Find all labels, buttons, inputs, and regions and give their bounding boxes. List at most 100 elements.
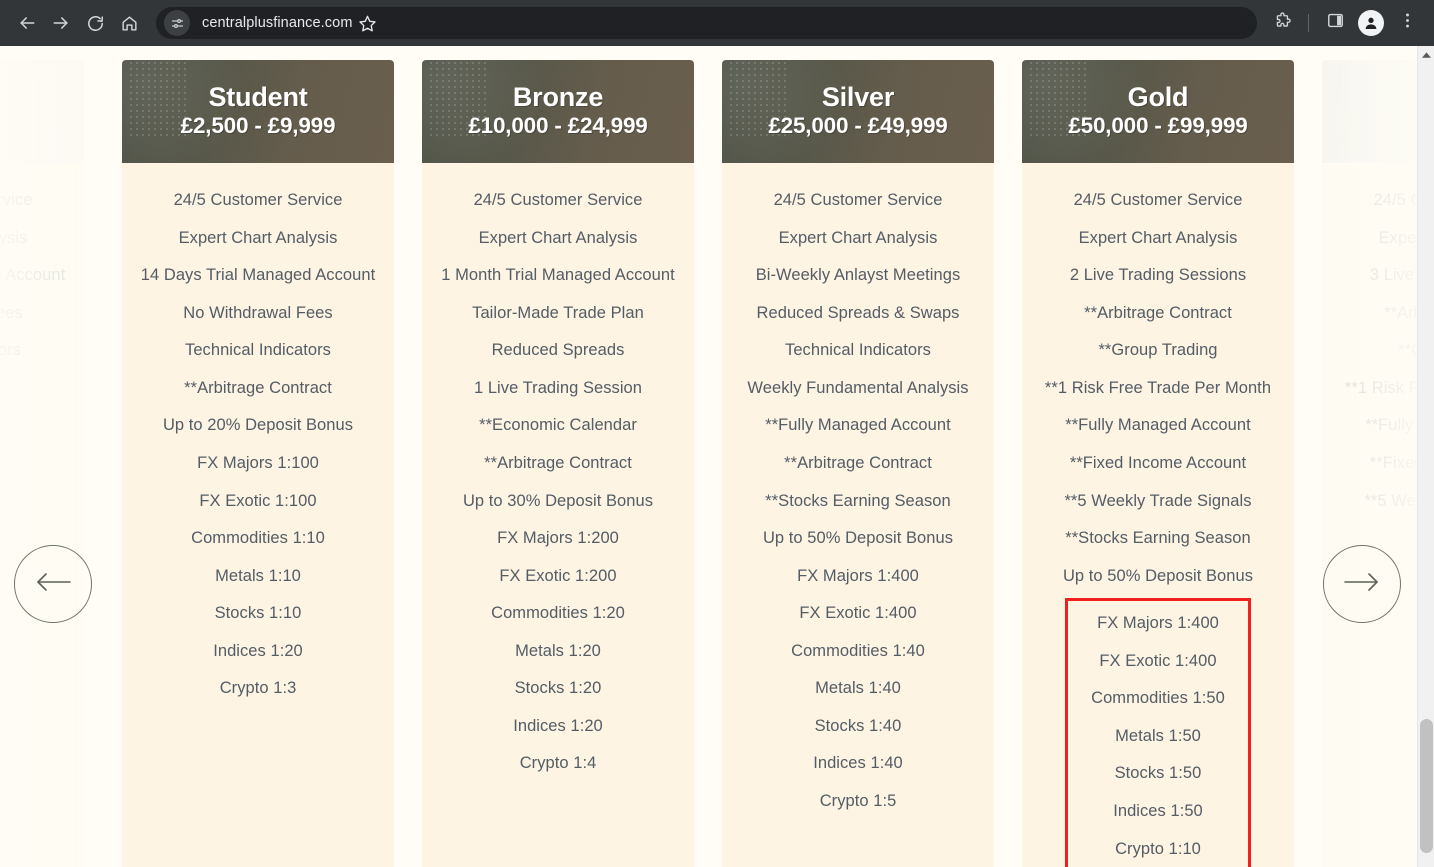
feature-item: 1 Live Trading Session: [473, 378, 643, 397]
feature-item: FX Majors 1:100: [197, 453, 319, 472]
feature-item: Technical Indicators: [185, 341, 331, 360]
feature-item: Expert Chart Analysis: [778, 228, 938, 247]
feature-item: Metals 1:50: [1115, 726, 1201, 745]
card-header: Gold £50,000 - £99,999: [1022, 60, 1294, 163]
feature-item: Bi-Weekly Anlayst Meetings: [755, 266, 961, 285]
card-title: Gold: [1127, 82, 1189, 113]
card-header: Silver £25,000 - £49,999: [722, 60, 994, 163]
feature-item: Up to 50% Deposit Bonus: [762, 529, 954, 548]
page-viewport: 24/5 Customer Service Expert Chart Analy…: [0, 46, 1434, 867]
scrollbar-thumb[interactable]: [1420, 719, 1433, 853]
feature-item: **Arbitrage Contract: [784, 453, 932, 472]
feature-item: Indices 1:20: [513, 716, 603, 735]
feature-item: 14 Days Trial Managed Account: [0, 266, 66, 285]
feature-item: Metals 1:40: [815, 679, 901, 698]
feature-item: 14 Days Trial Managed Account: [140, 266, 376, 285]
feature-item: Stocks 1:10: [214, 604, 302, 623]
pricing-card-student[interactable]: Student £2,500 - £9,999 24/5 Customer Se…: [122, 60, 394, 867]
site-settings-icon[interactable]: [164, 10, 190, 36]
feature-item: **Economic Calendar: [479, 416, 637, 435]
page-scrollbar[interactable]: [1417, 46, 1434, 867]
pricing-card-bronze[interactable]: Bronze £10,000 - £24,999 24/5 Customer S…: [422, 60, 694, 867]
feature-item: **Fully Managed Account: [1065, 416, 1251, 435]
feature-item: No Withdrawal Fees: [183, 303, 333, 322]
feature-item: Crypto 1:5: [819, 792, 897, 810]
feature-item: **Fully Managed Account: [765, 416, 951, 435]
feature-item: Commodities 1:10: [191, 529, 325, 548]
feature-item: 24/5 Customer Service: [1073, 191, 1243, 209]
back-button[interactable]: [10, 6, 44, 40]
feature-item: 24/5 Customer Service: [773, 191, 943, 209]
feature-item: 1 Month Trial Managed Account: [441, 266, 675, 285]
feature-item: Reduced Spreads & Swaps: [756, 303, 960, 322]
side-panel-button[interactable]: [1318, 6, 1352, 40]
feature-item: Reduced Spreads: [491, 341, 625, 360]
feature-item: Indices 1:40: [813, 754, 903, 773]
pricing-card-edge-left[interactable]: 24/5 Customer Service Expert Chart Analy…: [0, 60, 84, 867]
feature-item: FX Exotic 1:400: [799, 604, 917, 623]
card-feature-list: 24/5 Customer Service Expert Chart Analy…: [0, 163, 84, 380]
feature-item: Indices 1:20: [213, 641, 303, 660]
home-button[interactable]: [112, 6, 146, 40]
arrow-right-icon: [51, 13, 71, 33]
feature-item: FX Exotic 1:100: [199, 491, 317, 510]
feature-item: **5 Weekly Trade Signals: [1064, 491, 1252, 510]
browser-actions: [1261, 6, 1424, 40]
pricing-card-silver[interactable]: Silver £25,000 - £49,999 24/5 Customer S…: [722, 60, 994, 867]
feature-item: **Stocks Earning Season: [765, 491, 951, 510]
card-feature-list: 24/5 Customer Service Expert Chart Analy…: [122, 163, 394, 718]
pricing-plan-carousel: 24/5 Customer Service Expert Chart Analy…: [0, 46, 1434, 867]
feature-item: **Fixed Income Account: [1069, 453, 1247, 472]
feature-item: Technical Indicators: [785, 341, 931, 360]
chrome-menu-button[interactable]: [1390, 6, 1424, 40]
card-title: Bronze: [512, 82, 604, 113]
feature-item: FX Majors 1:400: [1097, 614, 1219, 633]
feature-item: Metals 1:10: [215, 566, 301, 585]
feature-item: Expert Chart Analysis: [1078, 228, 1238, 247]
forward-button[interactable]: [44, 6, 78, 40]
feature-item: FX Majors 1:200: [497, 529, 619, 548]
card-feature-list: 24/5 Customer Service Expert Chart Analy…: [722, 163, 994, 831]
card-title: Student: [208, 82, 308, 113]
feature-item: FX Exotic 1:400: [1099, 651, 1217, 670]
feature-item: Commodities 1:50: [1091, 689, 1225, 708]
feature-item: Indices 1:50: [1113, 802, 1203, 820]
side-panel-icon: [1326, 11, 1345, 35]
feature-item: Up to 50% Deposit Bonus: [1062, 566, 1254, 585]
feature-item: Commodities 1:20: [491, 604, 625, 623]
feature-item: Weekly Fundamental Analysis: [747, 378, 969, 397]
pricing-card-gold[interactable]: Gold £50,000 - £99,999 24/5 Customer Ser…: [1022, 60, 1294, 867]
arrow-left-icon: [17, 13, 37, 33]
card-feature-list: 24/5 Customer Service Expert Chart Analy…: [1022, 163, 1294, 867]
card-title: Silver: [821, 82, 895, 113]
address-bar[interactable]: centralplusfinance.com: [156, 7, 1257, 39]
scroll-up-arrow-icon[interactable]: [1418, 48, 1434, 62]
toolbar-divider: [1308, 14, 1309, 32]
carousel-prev-button[interactable]: [14, 545, 92, 623]
card-price-range: £10,000 - £24,999: [468, 113, 648, 139]
address-bar-url[interactable]: centralplusfinance.com: [202, 15, 353, 31]
card-price-range: £2,500 - £9,999: [180, 113, 336, 139]
feature-item: **Stocks Earning Season: [1065, 529, 1251, 548]
person-avatar-icon: [1358, 10, 1384, 36]
feature-item: Crypto 1:10: [1115, 839, 1201, 858]
card-price-range: £50,000 - £99,999: [1068, 113, 1248, 139]
card-feature-list: 24/5 Customer Service Expert Chart Analy…: [422, 163, 694, 793]
three-dot-menu-icon: [1398, 11, 1417, 35]
profile-button[interactable]: [1354, 6, 1388, 40]
carousel-next-button[interactable]: [1323, 545, 1401, 623]
extensions-button[interactable]: [1265, 6, 1299, 40]
card-header: Student £2,500 - £9,999: [122, 60, 394, 163]
feature-item: FX Majors 1:400: [797, 566, 919, 585]
bookmark-star-icon[interactable]: [353, 8, 383, 38]
feature-item: Expert Chart Analysis: [478, 228, 638, 247]
feature-item: Stocks 1:40: [814, 716, 902, 735]
feature-item: Up to 20% Deposit Bonus: [162, 416, 354, 435]
feature-item: **Arbitrage Contract: [184, 378, 332, 397]
arrow-right-icon: [1342, 570, 1382, 599]
card-header: Bronze £10,000 - £24,999: [422, 60, 694, 163]
reload-button[interactable]: [78, 6, 112, 40]
feature-item: Metals 1:20: [515, 641, 601, 660]
feature-item: Stocks 1:20: [514, 679, 602, 698]
arrow-left-icon: [33, 570, 73, 599]
